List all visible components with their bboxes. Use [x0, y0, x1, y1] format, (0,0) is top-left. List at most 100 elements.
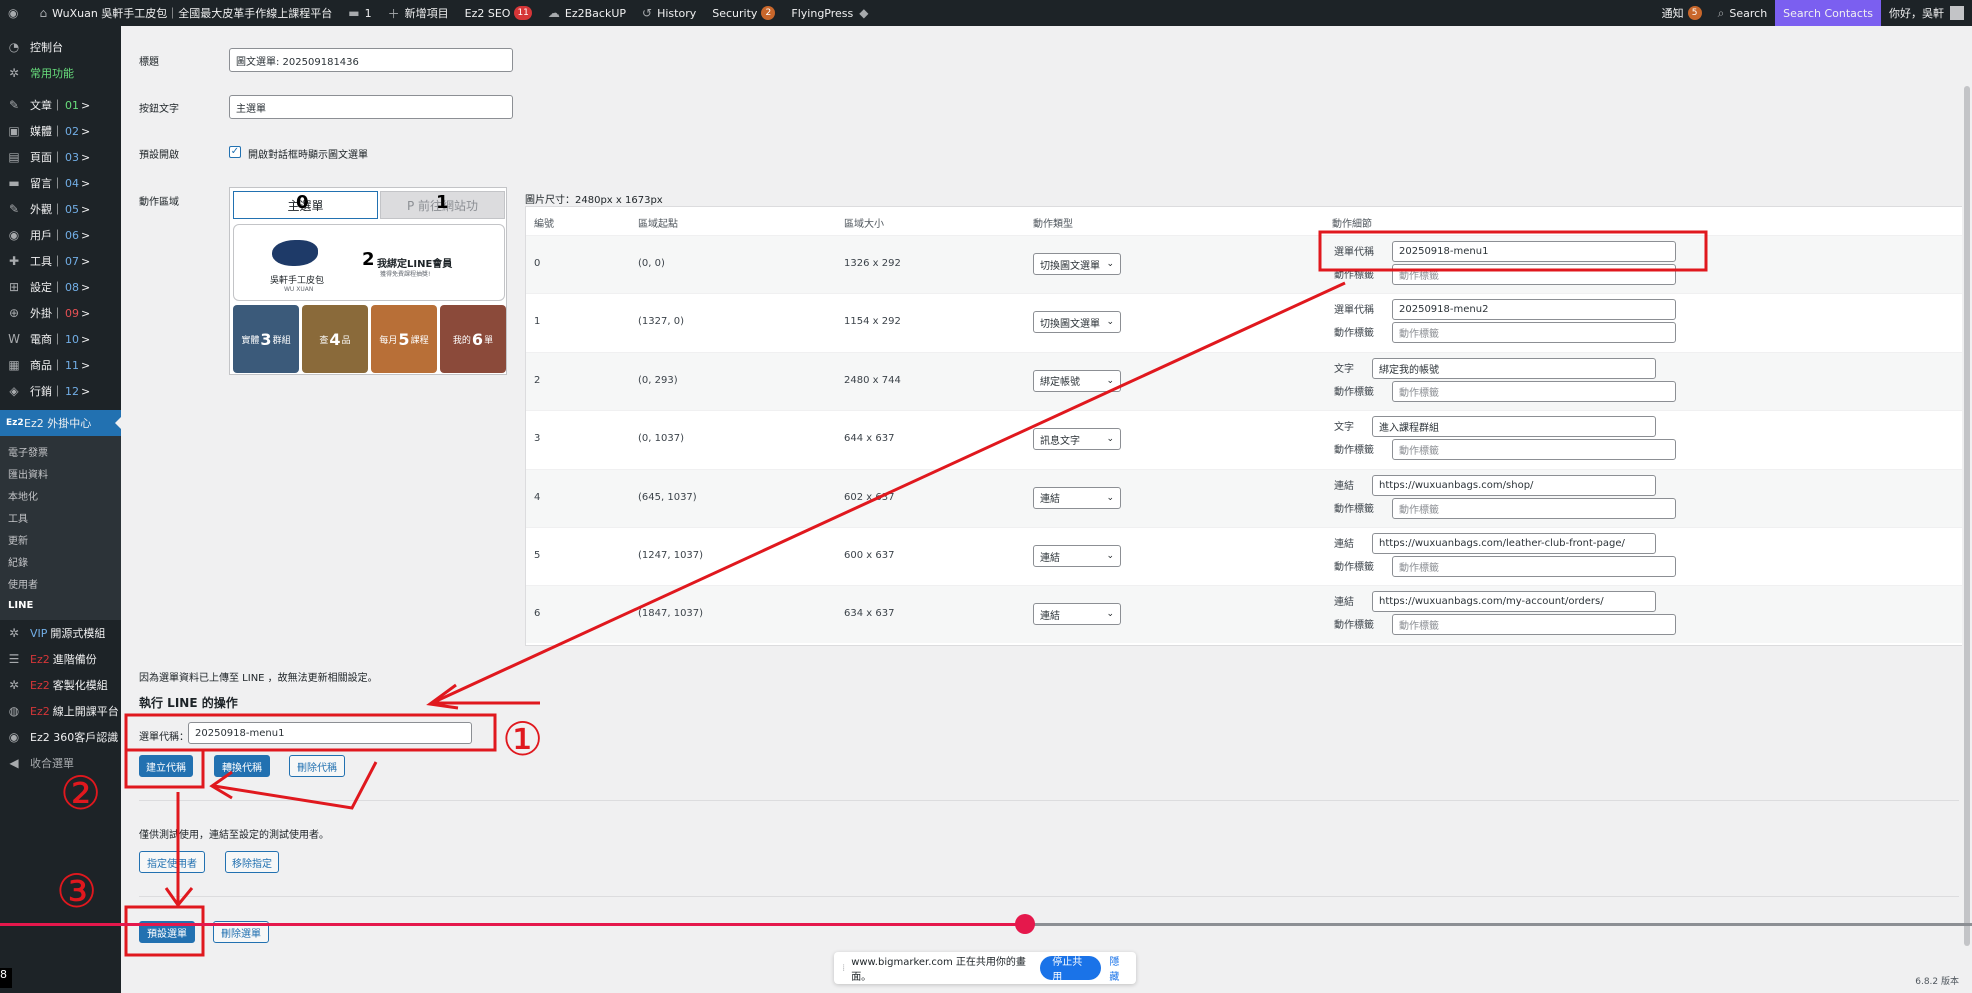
- sidebar-item-page[interactable]: ▤ 頁面｜ 03 >: [0, 144, 121, 170]
- sidebar-item-megaphone[interactable]: ◈ 行銷｜ 12 >: [0, 378, 121, 404]
- sidebar-item-media[interactable]: ▣ 媒體｜ 02 >: [0, 118, 121, 144]
- action-type-select[interactable]: 連結 ⌄: [1033, 545, 1121, 567]
- security-link[interactable]: Security 2: [704, 0, 783, 26]
- alias-label: 選單代稱：: [139, 732, 189, 743]
- dashboard-icon: ◔: [8, 40, 20, 54]
- scrollbar-thumb[interactable]: [1964, 86, 1970, 946]
- submenu-item-update[interactable]: 更新: [0, 528, 121, 550]
- page-scrollbar[interactable]: [1962, 26, 1972, 993]
- hide-share-bar-link[interactable]: 隱藏: [1109, 953, 1128, 983]
- detail-label-primary: 連結: [1334, 539, 1354, 550]
- sidebar-item-user[interactable]: ◉ 用戶｜ 06 >: [0, 222, 121, 248]
- submenu-item-export[interactable]: 匯出資料: [0, 462, 121, 484]
- alias-input[interactable]: 20250918-menu1: [188, 722, 472, 744]
- video-scrubber[interactable]: [0, 914, 1972, 934]
- action-type-select[interactable]: 連結 ⌄: [1033, 486, 1121, 509]
- submenu-item-invoice[interactable]: 電子發票: [0, 440, 121, 462]
- seo-link[interactable]: Ez2 SEO 11: [457, 0, 540, 26]
- rich-menu-tile-5[interactable]: 每月 5 課程: [371, 305, 437, 373]
- detail-input-primary[interactable]: 20250918-menu1: [1392, 241, 1676, 262]
- submenu-item-localization[interactable]: 本地化: [0, 484, 121, 506]
- stop-sharing-button[interactable]: 停止共用: [1040, 956, 1102, 983]
- assign-user-button[interactable]: 指定使用者: [139, 851, 205, 873]
- chevron-down-icon: ⌄: [1106, 492, 1114, 503]
- detail-input-primary[interactable]: https://wuxuanbags.com/leather-club-fron…: [1372, 533, 1656, 554]
- action-label-input[interactable]: 動作標籤: [1392, 439, 1676, 461]
- sidebar-item-wrench[interactable]: ✚ 工具｜ 07 >: [0, 248, 121, 274]
- flyingpress-link[interactable]: FlyingPress ◆: [783, 0, 881, 26]
- action-label-input[interactable]: 動作標籤: [1392, 614, 1676, 636]
- notifications-link[interactable]: 通知 5: [1654, 0, 1710, 26]
- sidebar-item-product[interactable]: ▦ 商品｜ 11 >: [0, 352, 121, 378]
- action-type-select[interactable]: 切換圖文選單 ⌄: [1033, 311, 1121, 334]
- site-name-link[interactable]: ⌂ WuXuan 吳軒手工皮包｜全國最大皮革手作線上課程平台: [31, 0, 340, 26]
- detail-input-primary[interactable]: https://wuxuanbags.com/shop/: [1372, 474, 1656, 496]
- area-number-0: 0: [296, 192, 309, 213]
- action-type-select[interactable]: 連結 ⌄: [1033, 603, 1121, 626]
- sidebar-item-360-customer[interactable]: ◉ Ez2 360客戶認識: [0, 724, 121, 750]
- product-icon: ▦: [8, 358, 20, 372]
- search-link[interactable]: ⌕ Search: [1710, 0, 1776, 26]
- wordpress-logo-icon[interactable]: ◉: [0, 0, 31, 26]
- sidebar-item-advanced-backup[interactable]: ☰ Ez2 進階備份: [0, 646, 121, 672]
- detail-input-primary[interactable]: 進入課程群組: [1372, 416, 1656, 438]
- history-link[interactable]: ↺ History: [634, 0, 704, 26]
- sidebar-item-course-platform[interactable]: ◍ Ez2 線上開課平台: [0, 698, 121, 724]
- chevron-down-icon: ⌄: [1106, 259, 1114, 269]
- button-text-input[interactable]: 主選單: [229, 95, 513, 119]
- switch-alias-button[interactable]: 轉換代稱: [214, 755, 270, 777]
- title-input[interactable]: 圖文選單: 202509181436: [229, 48, 513, 72]
- sidebar-item-woo[interactable]: W 電商｜ 10 >: [0, 326, 121, 352]
- delete-alias-button[interactable]: 刪除代稱: [289, 755, 345, 777]
- sidebar-item-settings[interactable]: ⊞ 設定｜ 08 >: [0, 274, 121, 300]
- button-text-label: 按鈕文字: [139, 104, 179, 115]
- detail-label-primary: 文字: [1334, 363, 1354, 375]
- detail-input-primary[interactable]: 20250918-menu2: [1392, 299, 1676, 321]
- cell-id: 3: [534, 433, 541, 445]
- sidebar-item-brush[interactable]: ✎ 外觀｜ 05 >: [0, 196, 121, 222]
- sidebar-item-vip-modules[interactable]: ✲ VIP 開源式模組: [0, 620, 121, 646]
- sidebar-item-custom-modules[interactable]: ✲ Ez2 客製化模組: [0, 672, 121, 698]
- area-number-1: 1: [436, 192, 449, 213]
- table-row: 0 (0, 0) 1326 x 292 切換圖文選單 ⌄ 選單代稱 20250918-men…: [526, 235, 1964, 293]
- submenu-item-logs[interactable]: 紀錄: [0, 550, 121, 572]
- cell-size: 634 x 637: [844, 608, 895, 620]
- new-item-link[interactable]: ＋新增項目: [380, 0, 457, 26]
- create-alias-button[interactable]: 建立代稱: [139, 755, 193, 777]
- seo-badge: 11: [514, 6, 532, 20]
- detail-input-primary[interactable]: https://wuxuanbags.com/my-account/orders…: [1372, 591, 1656, 613]
- rich-menu-banner[interactable]: 吳軒手工皮包 WU XUAN 2 我綁定LINE會員 獲得免費課程抽獎!: [233, 224, 505, 301]
- action-label-input[interactable]: 動作標籤: [1392, 556, 1676, 577]
- rich-menu-tile-3[interactable]: 實體 3 群組: [233, 305, 299, 373]
- action-type-select[interactable]: 訊息文字 ⌄: [1033, 428, 1121, 451]
- default-open-checkbox[interactable]: ✓: [229, 146, 241, 158]
- action-label-input[interactable]: 動作標籤: [1392, 322, 1676, 344]
- rich-menu-tile-6[interactable]: 我的 6 單: [440, 305, 506, 373]
- locked-notice: 因為選單資料已上傳至 LINE ，故無法更新相關設定。: [139, 673, 378, 684]
- action-label-input[interactable]: 動作標籤: [1392, 380, 1676, 402]
- action-label-input[interactable]: 動作標籤: [1392, 497, 1676, 519]
- rich-menu-tile-4[interactable]: 查4品: [302, 305, 368, 373]
- action-label-input[interactable]: 動作標籤: [1392, 264, 1676, 285]
- sidebar-item-ez2-plugin-center[interactable]: Ez2 Ez2 外掛中心: [0, 410, 121, 436]
- backup-link[interactable]: ☁ Ez2BackUP: [540, 0, 634, 26]
- wp-version: 6.8.2 版本: [1915, 977, 1959, 987]
- sidebar-item-dashboard[interactable]: ◔ 控制台: [0, 34, 121, 60]
- gear-icon: ✲: [8, 626, 20, 640]
- remove-assign-button[interactable]: 移除指定: [225, 851, 279, 873]
- sidebar-item-comment[interactable]: ▬ 留言｜ 04 >: [0, 170, 121, 196]
- detail-input-primary[interactable]: 綁定我的帳號: [1372, 357, 1656, 379]
- account-menu[interactable]: 你好，吳軒: [1881, 0, 1972, 26]
- sidebar-item-plugin[interactable]: ⊕ 外掛｜ 09 >: [0, 300, 121, 326]
- submenu-item-tools[interactable]: 工具: [0, 506, 121, 528]
- submenu-item-users[interactable]: 使用者: [0, 572, 121, 594]
- comments-link[interactable]: ▬ 1: [340, 0, 379, 26]
- action-type-select[interactable]: 切換圖文選單 ⌄: [1033, 253, 1121, 275]
- drag-handle-icon[interactable]: ⁞: [842, 963, 845, 974]
- submenu-item-line[interactable]: LINE: [0, 594, 121, 616]
- area-number-3: 3: [260, 329, 272, 349]
- action-type-select[interactable]: 綁定帳號 ⌄: [1033, 369, 1121, 392]
- search-contacts-button[interactable]: Search Contacts: [1775, 0, 1881, 26]
- sidebar-item-pin[interactable]: ✎ 文章｜ 01 >: [0, 92, 121, 118]
- sidebar-item-favorites[interactable]: ✲ 常用功能: [0, 60, 121, 86]
